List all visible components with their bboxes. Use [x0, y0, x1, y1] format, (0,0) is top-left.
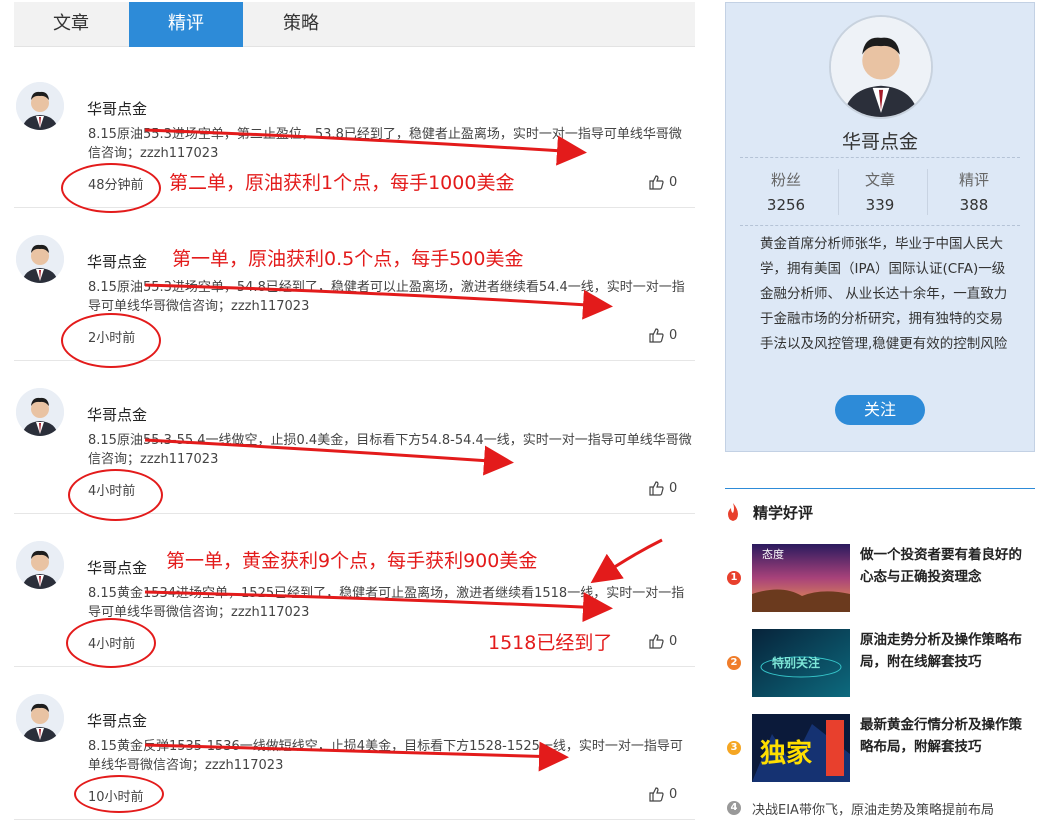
profile-avatar[interactable]: [829, 15, 933, 119]
stat-fans: 粉丝 3256: [744, 169, 828, 214]
rank-badge: 1: [727, 571, 741, 585]
annotation-arrow: [144, 128, 587, 166]
annotation-arrow: [144, 741, 569, 772]
thumbnail-caption: 态度: [762, 547, 784, 561]
rank-badge: 3: [727, 741, 741, 755]
article-link[interactable]: 做一个投资者要有着良好的心态与正确投资理念: [860, 544, 1035, 588]
stat-label: 文章: [864, 171, 895, 189]
thumbnail-caption: 特别关注: [772, 655, 820, 670]
stat-value: 339: [865, 196, 895, 214]
profile-divider: [740, 225, 1020, 226]
rank-badge: 2: [727, 656, 741, 670]
follow-button[interactable]: 关注: [835, 395, 925, 425]
profile-name: 华哥点金: [841, 131, 918, 153]
annotation-arrow: [144, 590, 613, 623]
section-divider: [725, 488, 1035, 489]
article-thumbnail[interactable]: 独家: [752, 714, 850, 782]
stat-label: 精评: [958, 171, 989, 189]
article-link[interactable]: 最新黄金行情分析及操作策略布局，附解套技巧: [860, 714, 1035, 758]
annotation-arrows: [144, 128, 663, 772]
stat-value: 3256: [766, 196, 806, 214]
fire-icon: [728, 503, 738, 521]
article-thumbnail[interactable]: 特别关注: [752, 629, 850, 697]
stat-value: 388: [959, 196, 989, 214]
stat-label: 粉丝: [770, 171, 801, 189]
stat-divider: [927, 169, 928, 215]
author-profile-card: 华哥点金 粉丝 3256 文章 339 精评 388 黄金首席分析师张华，毕业于…: [725, 2, 1035, 452]
profile-bio: 黄金首席分析师张华，毕业于中国人民大学，拥有美国（IPA）国际认证(CFA)一级…: [760, 236, 1008, 352]
annotation-arrow: [144, 438, 514, 476]
article-link[interactable]: 原油走势分析及操作策略布局，附在线解套技巧: [860, 629, 1035, 673]
stat-articles: 文章 339: [838, 169, 922, 214]
article-link[interactable]: 决战EIA带你飞，原油走势及策略提前布局: [752, 799, 994, 818]
annotation-arrow: [590, 538, 663, 584]
stat-reviews: 精评 388: [932, 169, 1016, 214]
annotation-arrow: [144, 283, 613, 320]
profile-divider: [740, 157, 1020, 158]
thumbnail-caption: 独家: [760, 738, 812, 768]
article-thumbnail[interactable]: 态度: [752, 544, 850, 612]
rank-badge: 4: [727, 801, 741, 815]
recommended-title: 精学好评: [753, 504, 814, 522]
